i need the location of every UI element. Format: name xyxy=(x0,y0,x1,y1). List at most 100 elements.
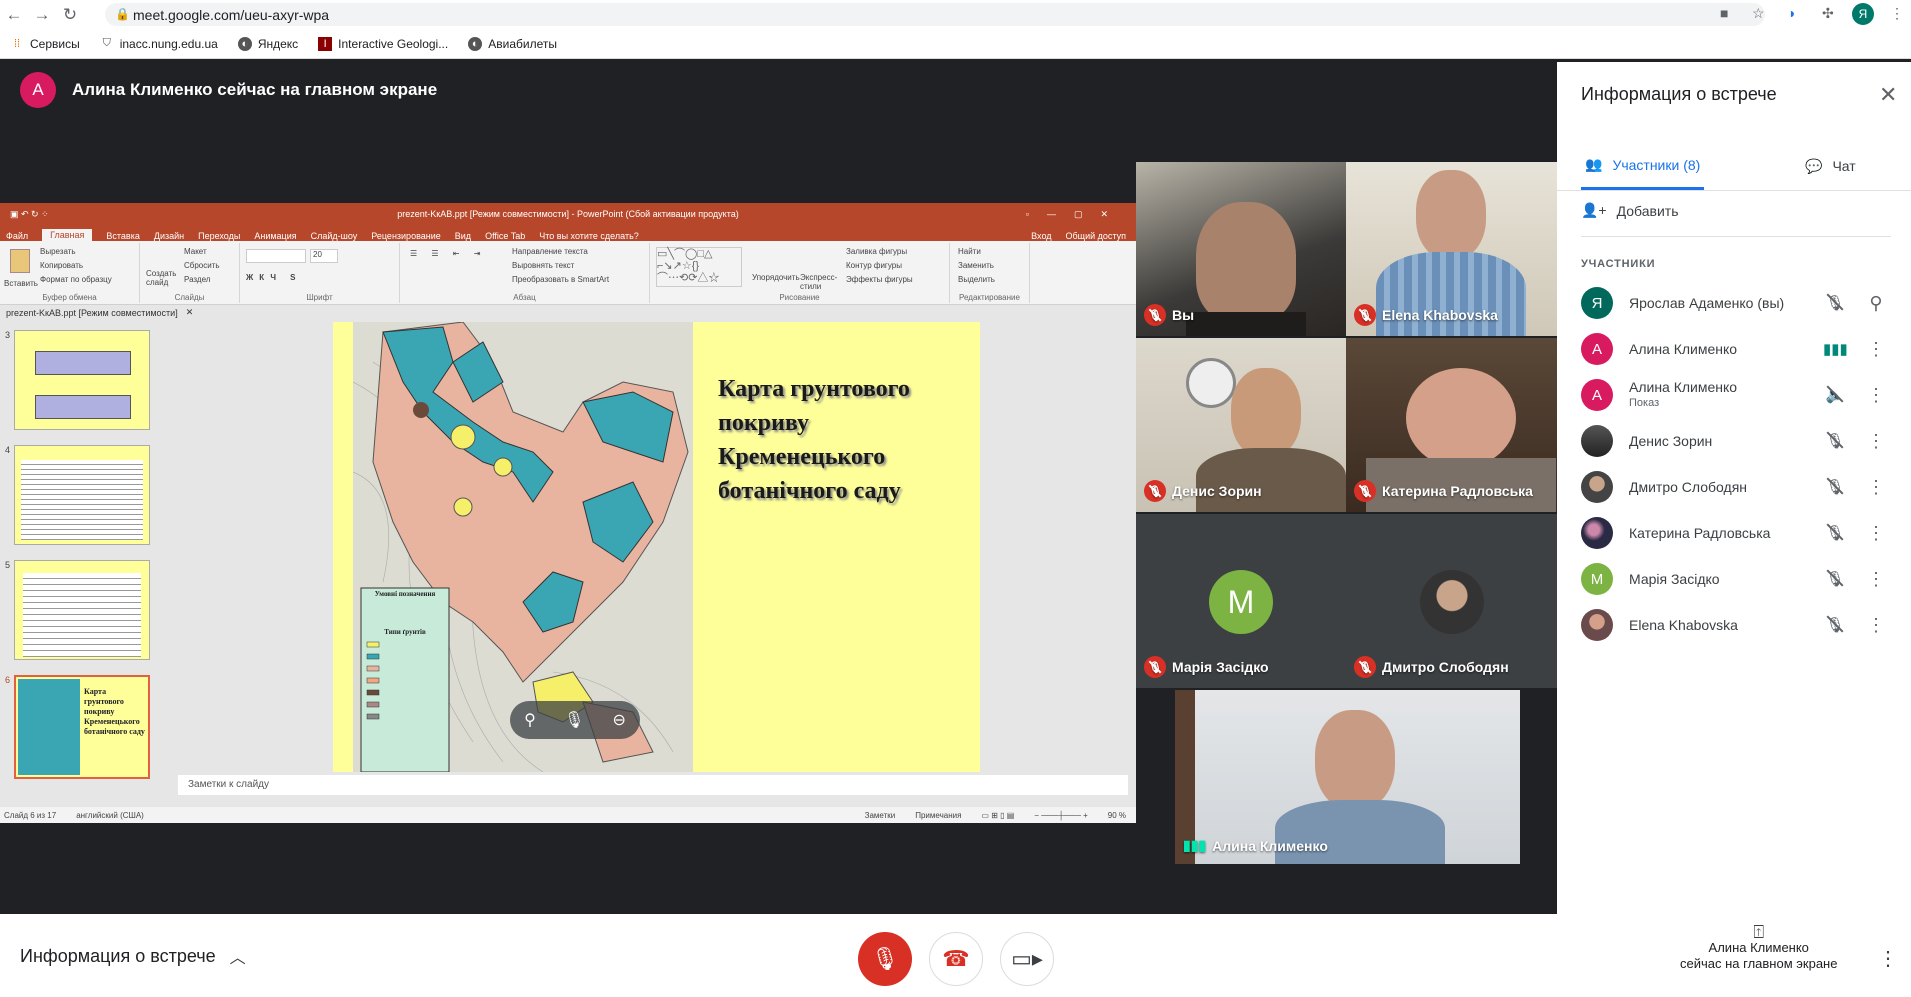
mic-off-icon[interactable]: 🎙 xyxy=(564,710,584,730)
paste-button[interactable]: Вставить xyxy=(4,279,38,288)
menu-icon[interactable]: ⋮ xyxy=(1890,5,1904,22)
new-slide-button[interactable]: Создать слайд xyxy=(146,269,176,287)
meeting-details-button[interactable]: Информация о встрече ︿ xyxy=(20,944,246,968)
status-notes-button[interactable]: Заметки xyxy=(865,811,896,820)
ppt-tab[interactable]: Вид xyxy=(455,231,471,241)
more-icon[interactable]: ⋮ xyxy=(1861,615,1891,636)
present-now-button[interactable]: ⍐ Алина Клименко сейчас на главном экран… xyxy=(1680,923,1837,972)
participant-tile-dmytro[interactable]: 🎙 Дмитро Слободян xyxy=(1346,514,1557,688)
participant-row[interactable]: Elena Khabovska 🎙 ⋮ xyxy=(1581,602,1891,648)
star-icon[interactable]: ☆ xyxy=(1752,5,1765,22)
back-icon[interactable]: ← xyxy=(0,1,28,29)
ppt-tab[interactable]: Office Tab xyxy=(485,231,525,241)
section-button[interactable]: Раздел xyxy=(184,275,210,284)
bookmark-inacc[interactable]: ⛉ inacc.nung.edu.ua xyxy=(100,37,218,51)
reset-button[interactable]: Сбросить xyxy=(184,261,220,270)
shape-effects-button[interactable]: Эффекты фигуры xyxy=(846,275,913,284)
mic-toggle-button[interactable]: 🎙 xyxy=(858,932,912,986)
camera-icon[interactable]: ■ xyxy=(1720,5,1728,21)
ppt-document-tab[interactable]: prezent-KкАВ.ppt [Режим совместимости] ✕ xyxy=(0,305,1136,320)
list-buttons[interactable]: ☰ ☰ ⇤ ⇥ xyxy=(410,249,486,258)
view-buttons[interactable]: ▭ ⊞ ▯ ▤ xyxy=(981,811,1014,820)
participant-tile-self[interactable]: 🎙 Вы xyxy=(1136,162,1346,336)
pin-icon[interactable]: ⚲ xyxy=(1861,293,1891,314)
participant-tile-alina[interactable]: ▮▮▮ Алина Клименко xyxy=(1175,690,1520,864)
text-direction-button[interactable]: Направление текста xyxy=(512,247,588,256)
ppt-tab[interactable]: Рецензирование xyxy=(371,231,441,241)
more-icon[interactable]: ⋮ xyxy=(1861,477,1891,498)
bookmark-services[interactable]: ⁞⁞ Сервисы xyxy=(10,37,80,51)
ppt-tab[interactable]: Дизайн xyxy=(154,231,184,241)
add-people-button[interactable]: 👤+ Добавить xyxy=(1581,202,1678,219)
participant-row[interactable]: А Алина Клименко Показ 🔈 ⋮ xyxy=(1581,372,1891,418)
find-button[interactable]: Найти xyxy=(958,247,981,256)
participant-tile-kateryna[interactable]: 🎙 Катерина Радловська xyxy=(1346,338,1557,512)
slide-thumb-5[interactable] xyxy=(14,560,150,660)
shape-outline-button[interactable]: Контур фигуры xyxy=(846,261,902,270)
align-text-button[interactable]: Выровнять текст xyxy=(512,261,574,270)
participant-tile-mariia[interactable]: M 🎙 Марія Засідко xyxy=(1136,514,1346,688)
bookmark-tickets[interactable]: ◐ Авиабилеты xyxy=(468,36,557,51)
leave-call-button[interactable]: ☎ xyxy=(929,932,983,986)
ppt-tab[interactable]: Вставка xyxy=(106,231,139,241)
ppt-share[interactable]: Общий доступ xyxy=(1066,231,1126,241)
more-options-icon[interactable]: ⋮ xyxy=(1878,946,1898,971)
forward-icon[interactable]: → xyxy=(28,1,56,29)
slide-thumb-3[interactable] xyxy=(14,330,150,430)
format-painter-button[interactable]: Формат по образцу xyxy=(40,275,112,284)
ppt-tell-me[interactable]: Что вы хотите сделать? xyxy=(539,231,639,241)
shapes-gallery[interactable]: ▭╲⌒◯□△ ⌐↘↗☆{} ⌒⋯⟲⟳△☆ xyxy=(656,247,742,287)
participant-row[interactable]: Денис Зорин 🎙 ⋮ xyxy=(1581,418,1891,464)
status-comments-button[interactable]: Примечания xyxy=(915,811,961,820)
quick-styles-button[interactable]: Экспресс-стили xyxy=(800,273,840,291)
font-size-field[interactable]: 20 xyxy=(310,249,338,263)
tab-chat[interactable]: 💬 Чат xyxy=(1805,142,1856,190)
close-icon[interactable]: ✕ xyxy=(1879,82,1897,108)
slide-thumb-4[interactable] xyxy=(14,445,150,545)
slide-notes[interactable]: Заметки к слайду xyxy=(178,775,1128,795)
camera-toggle-button[interactable]: ▭▸ xyxy=(1000,932,1054,986)
tab-participants[interactable]: 👥 Участники (8) xyxy=(1581,142,1705,190)
participant-row[interactable]: Катерина Радловська 🎙 ⋮ xyxy=(1581,510,1891,556)
participant-tile-elena[interactable]: 🎙 Elena Khabovska xyxy=(1346,162,1557,336)
more-icon[interactable]: ⋮ xyxy=(1861,339,1891,360)
puzzle-icon[interactable]: ✣ xyxy=(1822,5,1834,22)
zoom-level[interactable]: 90 % xyxy=(1108,811,1126,820)
shape-fill-button[interactable]: Заливка фигуры xyxy=(846,247,907,256)
ppt-tab-active[interactable]: Главная xyxy=(42,229,93,241)
zoom-slider[interactable]: − ───┼─── + xyxy=(1034,811,1087,820)
ppt-tab[interactable]: Переходы xyxy=(198,231,240,241)
tile-label: 🎙 Elena Khabovska xyxy=(1354,304,1498,326)
ppt-tab[interactable]: Слайд-шоу xyxy=(311,231,358,241)
layout-button[interactable]: Макет xyxy=(184,247,207,256)
bookmark-geologi[interactable]: I Interactive Geologi... xyxy=(318,36,448,51)
slide-thumb-6-selected[interactable]: Карта грунтового покриву Кременецького б… xyxy=(14,675,150,779)
more-icon[interactable]: ⋮ xyxy=(1861,569,1891,590)
bookmark-yandex[interactable]: ◐ Яндекс xyxy=(237,36,298,51)
replace-button[interactable]: Заменить xyxy=(958,261,994,270)
participant-row[interactable]: Я Ярослав Адаменко (вы) 🎙 ⚲ xyxy=(1581,280,1891,326)
remove-icon[interactable]: ⊖ xyxy=(613,710,626,730)
participant-row[interactable]: А Алина Клименко ▮▮▮ ⋮ xyxy=(1581,326,1891,372)
ppt-tab[interactable]: Файл xyxy=(6,231,28,241)
font-name-field[interactable] xyxy=(246,249,306,263)
participant-row[interactable]: Дмитро Слободян 🎙 ⋮ xyxy=(1581,464,1891,510)
select-button[interactable]: Выделить xyxy=(958,275,995,284)
more-icon[interactable]: ⋮ xyxy=(1861,523,1891,544)
extension-icon[interactable]: ◗ xyxy=(1788,5,1796,21)
profile-avatar[interactable]: Я xyxy=(1852,3,1874,25)
pin-icon[interactable]: ⚲ xyxy=(524,710,536,730)
address-bar[interactable]: 🔒 meet.google.com/ueu-axyr-wpa xyxy=(105,3,1765,26)
more-icon[interactable]: ⋮ xyxy=(1861,385,1891,406)
reload-icon[interactable]: ↻ xyxy=(56,1,84,29)
arrange-button[interactable]: Упорядочить xyxy=(752,273,800,282)
copy-button[interactable]: Копировать xyxy=(40,261,83,270)
more-icon[interactable]: ⋮ xyxy=(1861,431,1891,452)
ppt-login[interactable]: Вход xyxy=(1031,231,1051,241)
smartart-button[interactable]: Преобразовать в SmartArt xyxy=(512,275,609,284)
font-format-buttons[interactable]: ЖКЧ Ѕ xyxy=(246,273,302,282)
participant-tile-denis[interactable]: 🎙 Денис Зорин xyxy=(1136,338,1346,512)
cut-button[interactable]: Вырезать xyxy=(40,247,76,256)
ppt-tab[interactable]: Анимация xyxy=(254,231,296,241)
participant-row[interactable]: M Марія Засідко 🎙 ⋮ xyxy=(1581,556,1891,602)
